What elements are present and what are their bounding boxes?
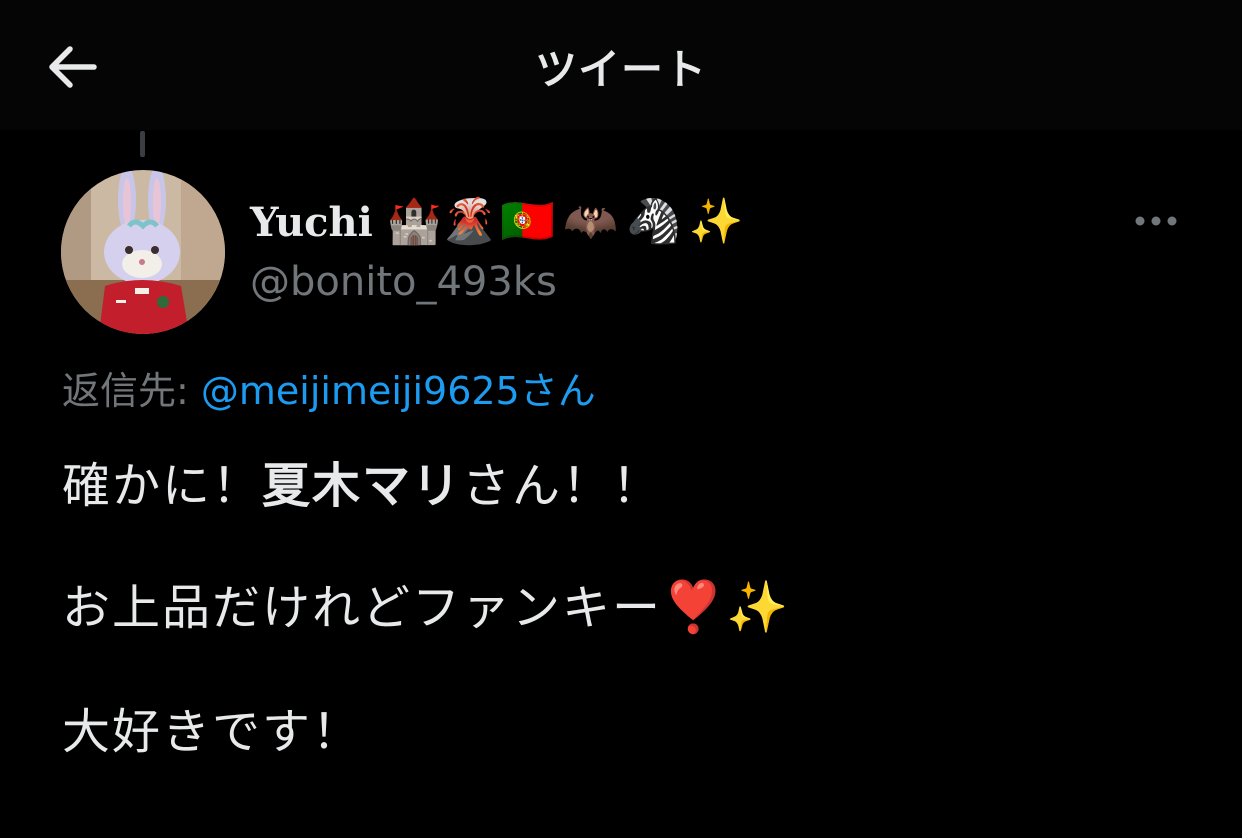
portugal-flag-emoji-icon: 🇵🇹 (500, 196, 556, 247)
user-handle[interactable]: @bonito_493ks (250, 259, 557, 305)
heart-exclamation-emoji-icon: ❣️ (662, 578, 727, 636)
tweet-bold-name: 夏木マリ (262, 458, 463, 514)
avatar-image (61, 170, 225, 334)
tweet-text-segment: さん！！ (462, 458, 663, 514)
sparkles-emoji-icon: ✨ (726, 578, 791, 636)
reply-to-line: 返信先: @meijimeiji9625さん (62, 360, 596, 415)
tweet-text-line-2: お上品だけれどファンキー❣️✨ (62, 568, 791, 638)
sparkles-emoji-icon: ✨ (688, 196, 744, 247)
tweet-text-line-3: 大好きです！ (62, 704, 363, 760)
tweet-text-segment: お上品だけれどファンキー (62, 580, 663, 636)
reply-to-handle-link[interactable]: @meijimeiji9625さん (201, 369, 596, 413)
tweet-text-line-1: 確かに！夏木マリさん！！ (62, 446, 662, 516)
tweet-text-segment: 確かに！ (62, 458, 263, 514)
castle-emoji-icon: 🏰 (386, 196, 442, 247)
avatar[interactable] (61, 170, 225, 334)
top-bar: ツイート (0, 0, 1242, 130)
thread-connector-line (140, 131, 145, 157)
reply-to-label: 返信先: (62, 369, 201, 413)
user-name-row[interactable]: Yuchi 🏰 🌋 🇵🇹 🦇 🦓 ✨ (250, 190, 744, 254)
bat-emoji-icon: 🦇 (563, 196, 618, 247)
more-options-icon (1135, 216, 1177, 226)
page-title: ツイート (534, 45, 707, 94)
display-name: Yuchi (250, 198, 373, 246)
more-options-button[interactable] (1128, 204, 1184, 238)
zebra-emoji-icon: 🦓 (625, 196, 681, 247)
volcano-emoji-icon: 🌋 (441, 196, 497, 247)
